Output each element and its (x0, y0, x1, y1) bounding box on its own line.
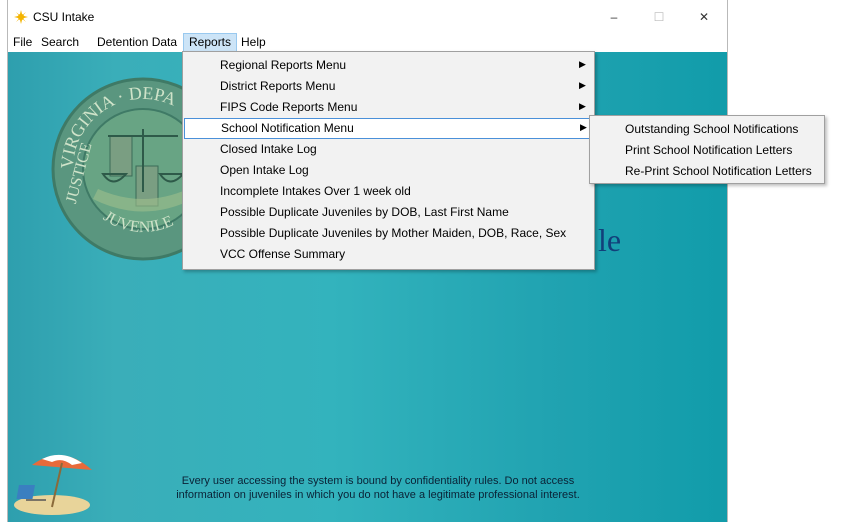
menu-item-label: FIPS Code Reports Menu (220, 100, 358, 114)
menu-detention-data[interactable]: Detention Data (92, 34, 182, 51)
menu-item-duplicate-by-mother-maiden[interactable]: Possible Duplicate Juveniles by Mother M… (183, 223, 594, 244)
menu-item-closed-intake-log[interactable]: Closed Intake Log (183, 139, 594, 160)
title-bar[interactable]: CSU Intake – ☐ ✕ (8, 0, 727, 33)
submenu-item-label: Outstanding School Notifications (625, 122, 799, 136)
menu-item-label: Possible Duplicate Juveniles by Mother M… (220, 226, 567, 240)
confidentiality-line-1: Every user accessing the system is bound… (181, 475, 575, 487)
chevron-right-icon: ▶ (579, 101, 586, 111)
confidentiality-notice: Every user accessing the system is bound… (128, 474, 628, 502)
confidentiality-line-2: information on juveniles in which you do… (176, 489, 580, 501)
minimize-icon: – (610, 10, 618, 24)
chevron-right-icon: ▶ (579, 80, 586, 90)
menu-item-duplicate-by-dob-name[interactable]: Possible Duplicate Juveniles by DOB, Las… (183, 202, 594, 223)
menu-item-label: Incomplete Intakes Over 1 week old (220, 184, 411, 198)
menu-help[interactable]: Help (236, 34, 271, 51)
maximize-icon: ☐ (653, 10, 665, 24)
submenu-item-label: Re-Print School Notification Letters (625, 164, 812, 178)
menu-item-vcc-offense-summary[interactable]: VCC Offense Summary (183, 244, 594, 265)
beach-umbrella-icon (14, 454, 92, 515)
menu-reports[interactable]: Reports (183, 33, 238, 52)
menu-item-label: Regional Reports Menu (220, 58, 347, 72)
chevron-right-icon: ▶ (580, 122, 587, 132)
menu-item-district-reports[interactable]: District Reports Menu ▶ (183, 76, 594, 97)
menu-bar: File Search Detention Data Reports Help (8, 33, 727, 52)
submenu-item-reprint-letters[interactable]: Re-Print School Notification Letters (590, 160, 824, 181)
menu-item-label: Possible Duplicate Juveniles by DOB, Las… (220, 205, 509, 219)
menu-item-fips-code-reports[interactable]: FIPS Code Reports Menu ▶ (183, 97, 594, 118)
menu-item-label: VCC Offense Summary (220, 247, 346, 261)
chevron-right-icon: ▶ (579, 59, 586, 69)
background-partial-title: le (598, 222, 622, 258)
menu-item-label: District Reports Menu (220, 79, 336, 93)
window-title: CSU Intake (33, 10, 95, 24)
maximize-button[interactable]: ☐ (637, 3, 681, 31)
menu-item-school-notification[interactable]: School Notification Menu ▶ (184, 118, 593, 139)
sun-icon (14, 10, 28, 24)
menu-item-label: Open Intake Log (220, 163, 309, 177)
menu-item-label: Closed Intake Log (220, 142, 317, 156)
menu-file[interactable]: File (8, 34, 37, 51)
menu-item-open-intake-log[interactable]: Open Intake Log (183, 160, 594, 181)
reports-dropdown-menu: Regional Reports Menu ▶ District Reports… (182, 51, 595, 270)
submenu-item-print-letters[interactable]: Print School Notification Letters (590, 139, 824, 160)
submenu-item-outstanding-notifications[interactable]: Outstanding School Notifications (590, 118, 824, 139)
submenu-item-label: Print School Notification Letters (625, 143, 793, 157)
school-notification-submenu: Outstanding School Notifications Print S… (589, 115, 825, 184)
menu-item-label: School Notification Menu (221, 121, 354, 135)
menu-item-regional-reports[interactable]: Regional Reports Menu ▶ (183, 55, 594, 76)
minimize-button[interactable]: – (592, 3, 636, 31)
close-icon: ✕ (698, 10, 710, 24)
menu-search[interactable]: Search (36, 34, 84, 51)
menu-item-incomplete-intakes[interactable]: Incomplete Intakes Over 1 week old (183, 181, 594, 202)
close-button[interactable]: ✕ (682, 3, 726, 31)
